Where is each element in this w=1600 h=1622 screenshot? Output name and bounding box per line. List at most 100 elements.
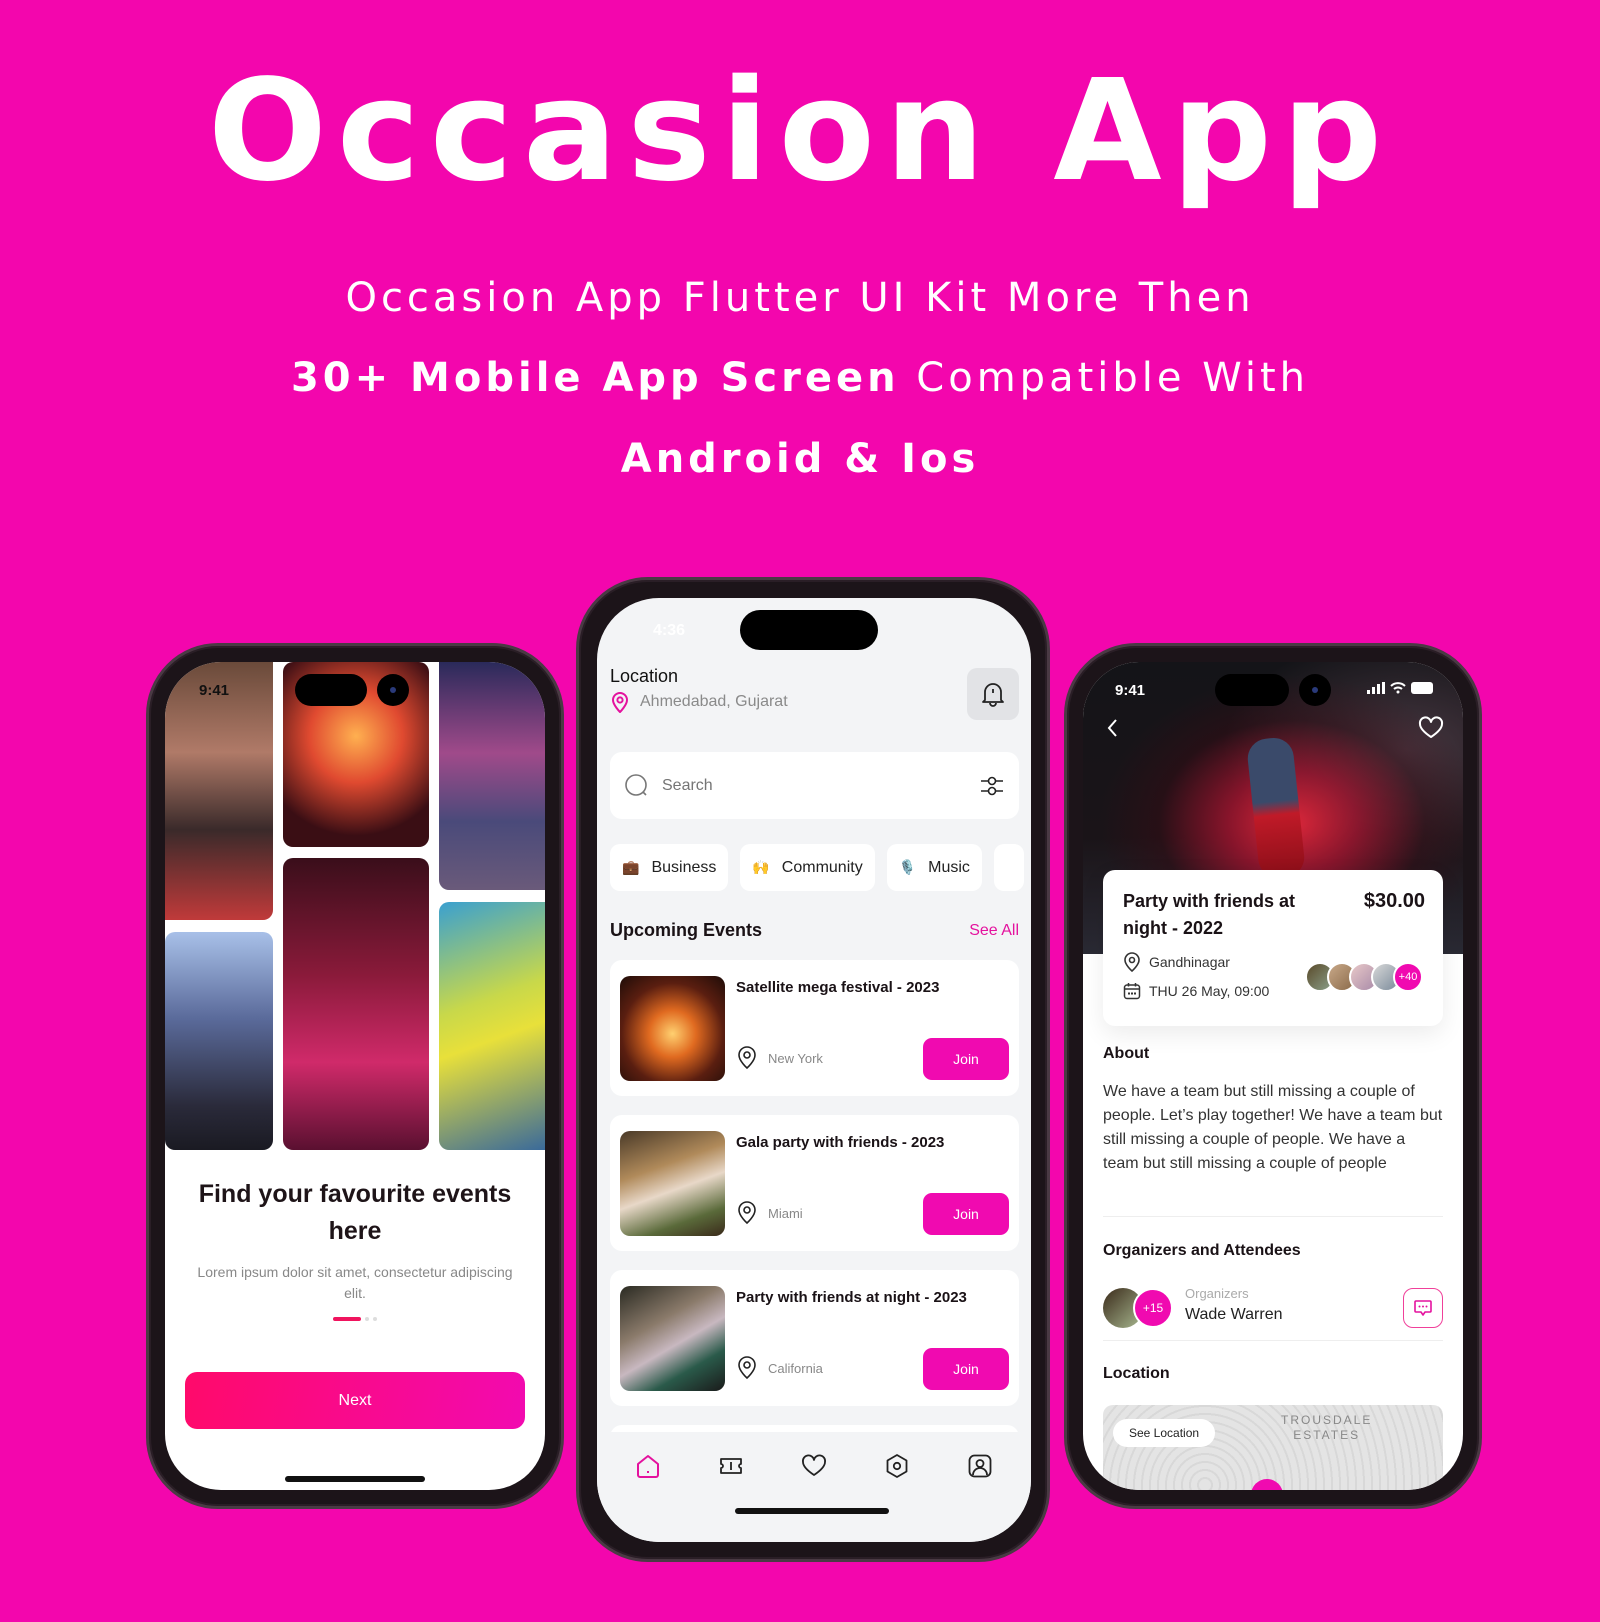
about-text: We have a team but still missing a coupl…: [1103, 1083, 1443, 1172]
dynamic-island: [1215, 674, 1289, 706]
event-location-text: California: [768, 1360, 823, 1376]
event-detail-screen: 9:41 Party with friends at night - 2022 …: [1083, 662, 1463, 1490]
onboarding-description: Lorem ipsum dolor sit amet, consectetur …: [197, 1264, 513, 1301]
nav-tickets[interactable]: [711, 1446, 751, 1486]
about-title: About: [1103, 1045, 1150, 1062]
briefcase-icon: 💼: [622, 859, 640, 875]
event-datetime-text: THU 26 May, 09:00: [1149, 983, 1270, 999]
event-photo-festival: [439, 662, 545, 890]
join-button[interactable]: Join: [923, 1348, 1009, 1390]
category-chip-business[interactable]: 💼 Business: [610, 844, 729, 891]
event-photo-crowd: [165, 662, 273, 920]
page-dot[interactable]: [373, 1317, 377, 1321]
phone-onboarding: 9:41 Find your favourite events here Lor…: [146, 643, 564, 1509]
profile-icon: [968, 1454, 991, 1478]
event-summary-card: Party with friends at night - 2022 $30.0…: [1103, 870, 1443, 1026]
map-pin-icon: [1251, 1479, 1283, 1490]
settings-hex-icon: [886, 1454, 908, 1478]
location-pin-icon: [738, 1201, 756, 1225]
event-title: Party with friends at night - 2022: [1123, 891, 1296, 938]
wifi-icon: [1390, 682, 1406, 694]
battery-icon: [1411, 682, 1433, 694]
divider: [1103, 1216, 1443, 1217]
event-card[interactable]: Party with friends at night - 2023 Calif…: [610, 1270, 1019, 1406]
hero-subtitle-line-2: 30+ Mobile App Screen Compatible With: [0, 355, 1600, 401]
attendee-count-badge: +40: [1393, 962, 1423, 992]
page-dot[interactable]: [365, 1317, 369, 1321]
back-button[interactable]: [1097, 712, 1129, 744]
home-icon: [637, 1455, 660, 1478]
organizer-name: Wade Warren: [1185, 1306, 1283, 1323]
hero-title: Occasion App: [207, 50, 1393, 213]
home-screen: 4:36 Location Ahmedabad, Gujarat 💼 Busine…: [597, 598, 1031, 1542]
nav-settings[interactable]: [877, 1446, 917, 1486]
page-indicator: [165, 1317, 545, 1321]
join-button[interactable]: Join: [923, 1193, 1009, 1235]
organizer-row: +15 Organizers Wade Warren: [1103, 1286, 1443, 1330]
favorite-button[interactable]: [1415, 712, 1447, 744]
event-datetime: THU 26 May, 09:00: [1123, 982, 1269, 1000]
home-indicator: [285, 1476, 425, 1482]
event-location: New York: [736, 1046, 823, 1070]
event-card[interactable]: Gala party with friends - 2023 Miami Joi…: [610, 1115, 1019, 1251]
map-area-label: TROUSDALE ESTATES: [1281, 1413, 1372, 1443]
location-title: Location: [1103, 1365, 1170, 1382]
event-image: [620, 1286, 725, 1391]
map-label-line-2: ESTATES: [1293, 1428, 1361, 1442]
search-bar: [610, 752, 1019, 819]
status-time: 9:41: [1115, 682, 1146, 699]
calendar-icon: [1123, 983, 1141, 1000]
status-icons: [1367, 682, 1435, 694]
onboarding-title: Find your favourite events here: [198, 1180, 512, 1245]
category-chip-community[interactable]: 🙌 Community: [740, 844, 875, 891]
event-image: [620, 1131, 725, 1236]
hero-subtitle-line-1: Occasion App Flutter UI Kit More Then: [345, 275, 1255, 321]
dynamic-island: [740, 610, 878, 650]
search-icon: [625, 773, 647, 796]
chat-button[interactable]: [1403, 1288, 1443, 1328]
raised-hands-icon: 🙌: [752, 859, 770, 875]
location-map[interactable]: See Location TROUSDALE ESTATES: [1103, 1405, 1443, 1490]
chip-label: Business: [651, 858, 717, 876]
status-time: 4:36: [653, 622, 686, 639]
filter-icon[interactable]: [979, 773, 1005, 799]
bell-icon: [982, 683, 1004, 707]
event-location: Miami: [736, 1201, 803, 1225]
ticket-icon: [720, 1458, 743, 1474]
divider: [1103, 1340, 1443, 1341]
see-location-button[interactable]: See Location: [1113, 1419, 1216, 1447]
nav-profile[interactable]: [960, 1446, 1000, 1486]
organizer-label: Organizers: [1185, 1286, 1249, 1301]
category-chip-music[interactable]: 🎙️ Music: [886, 844, 982, 891]
join-button[interactable]: Join: [923, 1038, 1009, 1080]
event-price: $30.00: [1363, 890, 1425, 912]
hero-highlight: 30+ Mobile App Screen: [290, 355, 900, 401]
status-time: 9:41: [199, 682, 230, 699]
notifications-button[interactable]: [967, 668, 1019, 720]
dancer-figure: [1245, 735, 1307, 881]
phone-event-detail: 9:41 Party with friends at night - 2022 …: [1064, 643, 1482, 1509]
section-title: Upcoming Events: [610, 920, 763, 940]
attendee-avatars[interactable]: +40: [1305, 962, 1423, 992]
page-dot-active[interactable]: [333, 1317, 361, 1321]
category-chips: 💼 Business 🙌 Community 🎙️ Music: [610, 844, 1024, 891]
nav-favorites[interactable]: [794, 1446, 834, 1486]
search-input[interactable]: [662, 776, 967, 795]
event-photo-dj: [165, 932, 273, 1150]
hero-subtitle-line-3: Android & Ios: [620, 436, 980, 482]
location-selector[interactable]: Ahmedabad, Gujarat: [610, 691, 788, 713]
signal-icon: [1367, 682, 1385, 694]
event-location-text: Miami: [768, 1205, 803, 1221]
map-label-line-1: TROUSDALE: [1281, 1413, 1373, 1427]
nav-home[interactable]: [628, 1446, 668, 1486]
event-title: Satellite mega festival - 2023: [736, 979, 940, 996]
category-chip-more[interactable]: [993, 844, 1024, 891]
event-card[interactable]: Satellite mega festival - 2023 New York …: [610, 960, 1019, 1096]
location-label: Location: [610, 666, 679, 686]
see-all-link[interactable]: See All: [969, 922, 1019, 940]
organizer-count-badge: +15: [1133, 1288, 1173, 1328]
chevron-left-icon: [1107, 719, 1117, 737]
next-button[interactable]: Next: [185, 1372, 525, 1429]
event-location: California: [736, 1356, 823, 1380]
microphone-icon: 🎙️: [898, 859, 917, 875]
